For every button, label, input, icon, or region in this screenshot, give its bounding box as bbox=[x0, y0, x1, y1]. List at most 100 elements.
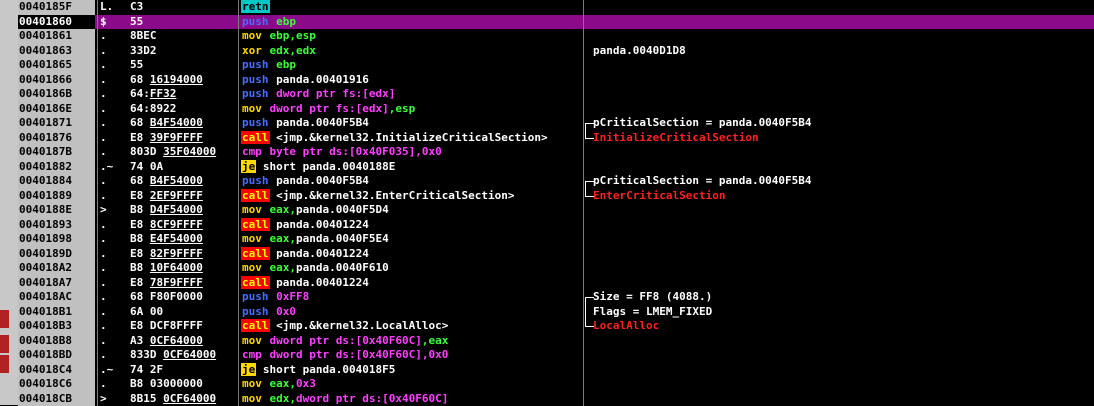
address-cell[interactable]: 00401861 bbox=[18, 29, 95, 44]
disasm-row[interactable]: 004018A7.E8 78F9FFFFcall panda.00401224 bbox=[18, 276, 1094, 291]
disasm-row[interactable]: 004018C6.B8 03000000mov eax,0x3 bbox=[18, 377, 1094, 392]
address-cell[interactable]: 00401866 bbox=[18, 73, 95, 88]
flow-marker: . bbox=[100, 73, 130, 88]
disasm-row[interactable]: 0040187B.803D 35F04000cmp byte ptr ds:[0… bbox=[18, 145, 1094, 160]
address-cell[interactable]: 00401876 bbox=[18, 131, 95, 146]
operand: ,eax bbox=[422, 334, 449, 347]
mnemonic: mov bbox=[241, 203, 263, 216]
disasm-row[interactable]: 0040189D.E8 82F9FFFFcall panda.00401224 bbox=[18, 247, 1094, 262]
instruction-cell[interactable]: call panda.00401224 bbox=[241, 247, 593, 262]
instruction-cell[interactable]: cmp byte ptr ds:[0x40F035],0x0 bbox=[241, 145, 593, 160]
instruction-cell[interactable]: push panda.0040F5B4 bbox=[241, 116, 593, 131]
disasm-row[interactable]: 0040186E.64:8922mov dword ptr fs:[edx],e… bbox=[18, 102, 1094, 117]
instruction-cell[interactable]: mov dword ptr fs:[edx],esp bbox=[241, 102, 593, 117]
instruction-cell[interactable]: call <jmp.&kernel32.LocalAlloc> bbox=[241, 319, 593, 334]
disasm-row[interactable]: 0040185FL.C3retn bbox=[18, 0, 1094, 15]
disasm-row[interactable]: 004018B3.E8 DCF8FFFFcall <jmp.&kernel32.… bbox=[18, 319, 1094, 334]
address-cell[interactable]: 004018C4 bbox=[18, 363, 95, 378]
instruction-cell[interactable]: push ebp bbox=[241, 15, 593, 30]
disassembly-pane[interactable]: 0040185FL.C3retn00401860$55push ebp00401… bbox=[18, 0, 1094, 406]
instruction-cell[interactable]: mov eax,0x3 bbox=[241, 377, 593, 392]
instruction-cell[interactable]: xor edx,edx bbox=[241, 44, 593, 59]
address-cell[interactable]: 00401884 bbox=[18, 174, 95, 189]
hex-bytes: 74 2F bbox=[130, 363, 163, 376]
instruction-cell[interactable]: push 0x0 bbox=[241, 305, 593, 320]
address-cell[interactable]: 004018B3 bbox=[18, 319, 95, 334]
disasm-row[interactable]: 00401893.E8 8CF9FFFFcall panda.00401224 bbox=[18, 218, 1094, 233]
disasm-row[interactable]: 0040188E>B8 D4F54000mov eax,panda.0040F5… bbox=[18, 203, 1094, 218]
address-cell[interactable]: 0040187B bbox=[18, 145, 95, 160]
disasm-row[interactable]: 004018C4.~74 2Fje short panda.004018F5 bbox=[18, 363, 1094, 378]
instruction-cell[interactable]: push panda.00401916 bbox=[241, 73, 593, 88]
disasm-row[interactable]: 004018CB>8B15 0CF64000mov edx,dword ptr … bbox=[18, 392, 1094, 406]
address-cell[interactable]: 00401871 bbox=[18, 116, 95, 131]
disasm-row[interactable]: 00401866.68 16194000push panda.00401916 bbox=[18, 73, 1094, 88]
address-cell[interactable]: 004018A2 bbox=[18, 261, 95, 276]
instruction-cell[interactable]: call panda.00401224 bbox=[241, 218, 593, 233]
address-cell[interactable]: 0040189D bbox=[18, 247, 95, 262]
instruction-cell[interactable]: mov eax,panda.0040F610 bbox=[241, 261, 593, 276]
hex-bytes-fixup: 0CF64000 bbox=[163, 348, 216, 361]
address-cell[interactable]: 004018B1 bbox=[18, 305, 95, 320]
address-cell[interactable]: 00401882 bbox=[18, 160, 95, 175]
address-cell[interactable]: 004018B8 bbox=[18, 334, 95, 349]
disasm-row[interactable]: 0040186B.64:FF32push dword ptr fs:[edx] bbox=[18, 87, 1094, 102]
address-cell[interactable]: 004018C6 bbox=[18, 377, 95, 392]
disasm-row[interactable]: 00401884.68 B4F54000push panda.0040F5B4p… bbox=[18, 174, 1094, 189]
disasm-row[interactable]: 00401882.~74 0Aje short panda.0040188E bbox=[18, 160, 1094, 175]
disasm-row[interactable]: 00401871.68 B4F54000push panda.0040F5B4p… bbox=[18, 116, 1094, 131]
disasm-row[interactable]: 00401860$55push ebp bbox=[18, 15, 1094, 30]
address-cell[interactable]: 004018CB bbox=[18, 392, 95, 406]
instruction-cell[interactable]: retn bbox=[241, 0, 593, 15]
column-separator bbox=[583, 276, 584, 291]
instruction-cell[interactable]: mov edx,dword ptr ds:[0x40F60C] bbox=[241, 392, 593, 406]
address-cell[interactable]: 0040185F bbox=[18, 0, 95, 15]
address-cell[interactable]: 0040188E bbox=[18, 203, 95, 218]
disasm-row[interactable]: 004018AC.68 F80F0000push 0xFF8Size = FF8… bbox=[18, 290, 1094, 305]
instruction-cell[interactable]: push 0xFF8 bbox=[241, 290, 593, 305]
flow-marker: . bbox=[100, 319, 130, 334]
operand: dword ptr ds:[0x40F60C] bbox=[270, 334, 422, 347]
disasm-row[interactable]: 004018BD.833D 0CF64000cmp dword ptr ds:[… bbox=[18, 348, 1094, 363]
address-cell[interactable]: 004018AC bbox=[18, 290, 95, 305]
hex-bytes-fixup: 8CF9FFFF bbox=[150, 218, 203, 231]
instruction-cell[interactable]: call panda.00401224 bbox=[241, 276, 593, 291]
disasm-row[interactable]: 00401898.B8 E4F54000mov eax,panda.0040F5… bbox=[18, 232, 1094, 247]
instruction-cell[interactable]: push panda.0040F5B4 bbox=[241, 174, 593, 189]
address-cell[interactable]: 00401860 bbox=[18, 15, 95, 30]
address-cell[interactable]: 00401898 bbox=[18, 232, 95, 247]
column-separator bbox=[97, 58, 98, 73]
hex-bytes: A3 bbox=[130, 334, 150, 347]
address-cell[interactable]: 0040186E bbox=[18, 102, 95, 117]
address-cell[interactable]: 00401893 bbox=[18, 218, 95, 233]
address-cell[interactable]: 00401863 bbox=[18, 44, 95, 59]
instruction-cell[interactable]: push dword ptr fs:[edx] bbox=[241, 87, 593, 102]
address-cell[interactable]: 004018A7 bbox=[18, 276, 95, 291]
disasm-row[interactable]: 00401863.33D2xor edx,edxpanda.0040D1D8 bbox=[18, 44, 1094, 59]
disasm-row[interactable]: 00401865.55push ebp bbox=[18, 58, 1094, 73]
address-cell[interactable]: 004018BD bbox=[18, 348, 95, 363]
instruction-cell[interactable]: call <jmp.&kernel32.InitializeCriticalSe… bbox=[241, 131, 593, 146]
instruction-cell[interactable]: mov dword ptr ds:[0x40F60C],eax bbox=[241, 334, 593, 349]
instruction-cell[interactable]: call <jmp.&kernel32.EnterCriticalSection… bbox=[241, 189, 593, 204]
instruction-cell[interactable]: mov eax,panda.0040F5E4 bbox=[241, 232, 593, 247]
operand: byte ptr ds:[0x40F035] bbox=[270, 145, 416, 158]
address-cell[interactable]: 0040186B bbox=[18, 87, 95, 102]
disasm-row[interactable]: 00401889.E8 2EF9FFFFcall <jmp.&kernel32.… bbox=[18, 189, 1094, 204]
instruction-cell[interactable]: mov ebp,esp bbox=[241, 29, 593, 44]
disasm-row[interactable]: 004018B1.6A 00push 0x0Flags = LMEM_FIXED bbox=[18, 305, 1094, 320]
address-cell[interactable]: 00401865 bbox=[18, 58, 95, 73]
instruction-cell[interactable]: je short panda.0040188E bbox=[241, 160, 593, 175]
instruction-cell[interactable]: push ebp bbox=[241, 58, 593, 73]
disasm-row[interactable]: 00401861.8BECmov ebp,esp bbox=[18, 29, 1094, 44]
disasm-row[interactable]: 00401876.E8 39F9FFFFcall <jmp.&kernel32.… bbox=[18, 131, 1094, 146]
operand: panda.00401224 bbox=[276, 247, 369, 260]
instruction-cell[interactable]: mov eax,panda.0040F5D4 bbox=[241, 203, 593, 218]
disasm-row[interactable]: 004018A2.B8 10F64000mov eax,panda.0040F6… bbox=[18, 261, 1094, 276]
instruction-cell[interactable]: cmp dword ptr ds:[0x40F60C],0x0 bbox=[241, 348, 593, 363]
address-cell[interactable]: 00401889 bbox=[18, 189, 95, 204]
comment-cell: InitializeCriticalSection bbox=[593, 131, 1093, 146]
disasm-row[interactable]: 004018B8.A3 0CF64000mov dword ptr ds:[0x… bbox=[18, 334, 1094, 349]
instruction-cell[interactable]: je short panda.004018F5 bbox=[241, 363, 593, 378]
column-separator bbox=[238, 261, 239, 276]
